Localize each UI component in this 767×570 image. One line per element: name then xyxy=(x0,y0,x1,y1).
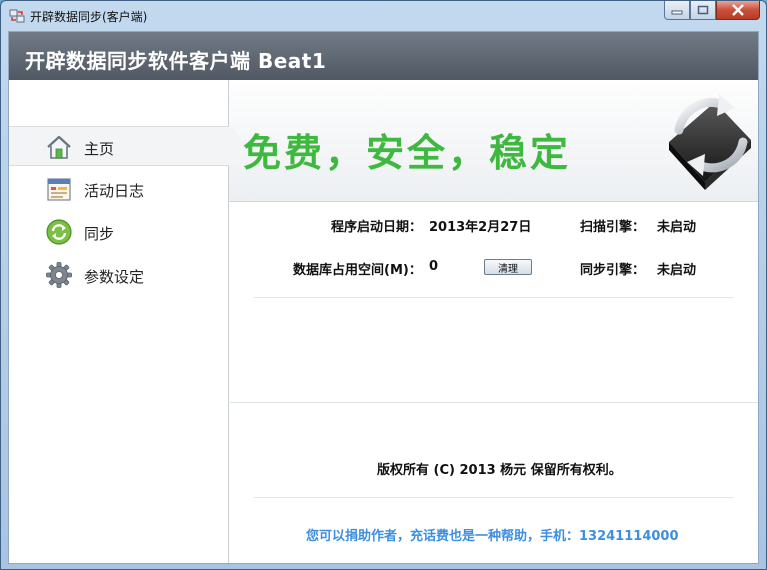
copyright-text: 版权所有 (C) 2013 杨元 保留所有权利。 xyxy=(377,463,622,478)
sidebar-item-label: 同步 xyxy=(84,225,115,243)
db-space-label: 数据库占用空间(M)： xyxy=(293,263,422,278)
maximize-icon xyxy=(697,5,709,15)
slogan: 免费，安全，稳定 xyxy=(243,131,572,175)
scan-engine-label: 扫描引擎： xyxy=(580,220,646,235)
banner: 免费，安全，稳定 xyxy=(229,80,758,202)
clear-button[interactable]: 清理 xyxy=(484,259,532,275)
divider xyxy=(254,297,734,298)
divider xyxy=(254,497,734,498)
sync-engine-status: 未启动 xyxy=(657,263,697,278)
log-icon xyxy=(47,178,71,201)
minimize-icon xyxy=(671,10,683,15)
db-space-value: 0 xyxy=(429,259,439,274)
window-title: 开辟数据同步(客户端) xyxy=(30,10,148,24)
divider xyxy=(230,402,758,403)
home-icon xyxy=(47,135,71,159)
sidebar-item-home[interactable]: 主页 xyxy=(9,126,230,166)
sync-icon xyxy=(46,219,72,245)
maximize-button[interactable] xyxy=(690,1,716,20)
sidebar-item-label: 参数设定 xyxy=(84,268,145,286)
sync-logo-icon xyxy=(669,94,751,190)
close-icon xyxy=(732,4,744,16)
start-date-label: 程序启动日期： xyxy=(331,220,423,235)
sidebar-item-label: 活动日志 xyxy=(84,182,145,200)
window-controls xyxy=(664,1,760,21)
app-window: 开辟数据同步(客户端) 开辟数据同步软件客户端 Beat1 主页 活动日志 同步… xyxy=(0,0,767,570)
donate-text: 您可以捐助作者，充话费也是一种帮助，手机：13241114000 xyxy=(306,529,679,544)
header-title: 开辟数据同步软件客户端 Beat1 xyxy=(25,49,327,73)
gear-icon xyxy=(46,262,72,288)
scan-engine-status: 未启动 xyxy=(657,220,697,235)
sidebar-item-label: 主页 xyxy=(84,140,115,158)
sidebar-item-activity-log[interactable]: 活动日志 xyxy=(9,169,229,209)
sidebar-item-sync[interactable]: 同步 xyxy=(9,212,229,252)
title-bar[interactable]: 开辟数据同步(客户端) xyxy=(1,1,766,31)
close-button[interactable] xyxy=(716,1,760,20)
sidebar-item-settings[interactable]: 参数设定 xyxy=(9,255,229,295)
app-icon xyxy=(9,9,25,23)
sidebar: 主页 活动日志 同步 参数设定 xyxy=(9,80,230,563)
sync-engine-label: 同步引擎： xyxy=(580,263,646,278)
start-date-value: 2013年2月27日 xyxy=(429,220,532,235)
app-header: 开辟数据同步软件客户端 Beat1 xyxy=(9,32,758,80)
minimize-button[interactable] xyxy=(664,1,690,20)
client-area: 开辟数据同步软件客户端 Beat1 主页 活动日志 同步 参数设定 免费，安全，… xyxy=(8,31,759,564)
